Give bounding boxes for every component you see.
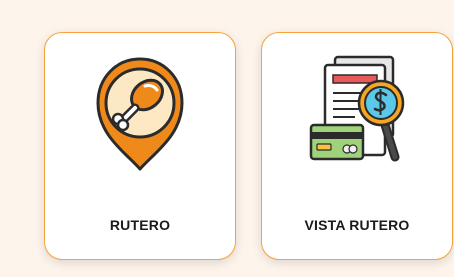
rutero-label: RUTERO: [109, 217, 171, 233]
receipt-magnifier-icon: [262, 53, 452, 173]
vista-rutero-card[interactable]: VISTA RUTERO: [261, 32, 453, 260]
rutero-card[interactable]: RUTERO: [44, 32, 236, 260]
vista-rutero-label: VISTA RUTERO: [304, 217, 410, 233]
chicken-leg-pin-icon: [45, 53, 235, 173]
